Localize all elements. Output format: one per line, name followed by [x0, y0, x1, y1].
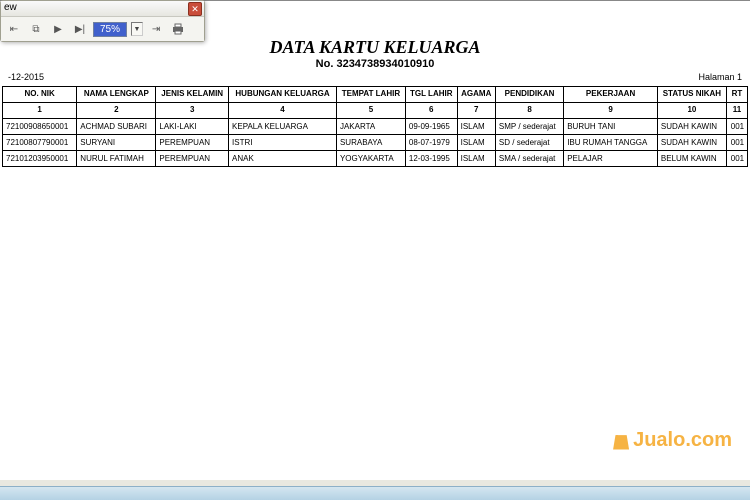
col-agama: AGAMA — [457, 87, 495, 103]
table-row: 72101203950001NURUL FATIMAHPEREMPUANANAK… — [3, 150, 748, 166]
cell-tmplahir: SURABAYA — [336, 134, 405, 150]
preview-toolbar-window[interactable]: ew ✕ ⇤ ⧉ ▶ ▶| 75% ▼ ⇥ — [0, 0, 205, 42]
cell-hubungan: ISTRI — [229, 134, 337, 150]
cell-agama: ISLAM — [457, 150, 495, 166]
col-hubungan: HUBUNGAN KELUARGA — [229, 87, 337, 103]
cell-tmplahir: JAKARTA — [336, 118, 405, 134]
cell-rt: 001 — [726, 118, 747, 134]
cell-hubungan: KEPALA KELUARGA — [229, 118, 337, 134]
print-icon[interactable] — [169, 20, 187, 38]
cell-status: SUDAH KAWIN — [657, 118, 726, 134]
cell-status: SUDAH KAWIN — [657, 134, 726, 150]
col-status: STATUS NIKAH — [657, 87, 726, 103]
col-kelamin: JENIS KELAMIN — [156, 87, 229, 103]
table-row: 72100908650001ACHMAD SUBARILAKI-LAKIKEPA… — [3, 118, 748, 134]
cell-status: BELUM KAWIN — [657, 150, 726, 166]
col-tmplahir: TEMPAT LAHIR — [336, 87, 405, 103]
report-meta: -12-2015 Halaman 1 — [0, 72, 750, 82]
toolbar-titlebar[interactable]: ew ✕ — [1, 1, 204, 17]
copy-pages-icon[interactable]: ⧉ — [27, 20, 45, 38]
next-page-icon[interactable]: ▶ — [49, 20, 67, 38]
col-rt: RT — [726, 87, 747, 103]
col-tgllahir: TGL LAHIR — [405, 87, 457, 103]
cell-rt: 001 — [726, 134, 747, 150]
report-page: DATA KARTU KELUARGA No. 3234738934010910… — [0, 0, 750, 480]
zoom-dropdown-icon[interactable]: ▼ — [131, 22, 143, 36]
zoom-level[interactable]: 75% — [93, 22, 127, 37]
cell-kelamin: PEREMPUAN — [156, 134, 229, 150]
bag-icon — [613, 432, 629, 450]
col-pekerjaan: PEKERJAAN — [564, 87, 658, 103]
page-number: Halaman 1 — [698, 72, 742, 82]
cell-agama: ISLAM — [457, 134, 495, 150]
last-page-icon[interactable]: ▶| — [71, 20, 89, 38]
exit-icon[interactable]: ⇥ — [147, 20, 165, 38]
cell-nama: NURUL FATIMAH — [77, 150, 156, 166]
cell-nama: ACHMAD SUBARI — [77, 118, 156, 134]
kk-table: NO. NIK NAMA LENGKAP JENIS KELAMIN HUBUN… — [2, 86, 748, 167]
first-page-icon[interactable]: ⇤ — [5, 20, 23, 38]
cell-pendidikan: SMA / sederajat — [495, 150, 563, 166]
cell-hubungan: ANAK — [229, 150, 337, 166]
cell-nik: 72101203950001 — [3, 150, 77, 166]
cell-pendidikan: SD / sederajat — [495, 134, 563, 150]
report-subtitle: No. 3234738934010910 — [0, 58, 750, 70]
table-row: 72100807790001SURYANIPEREMPUANISTRISURAB… — [3, 134, 748, 150]
cell-tgllahir: 12-03-1995 — [405, 150, 457, 166]
cell-nik: 72100908650001 — [3, 118, 77, 134]
cell-tmplahir: YOGYAKARTA — [336, 150, 405, 166]
cell-agama: ISLAM — [457, 118, 495, 134]
col-pendidikan: PENDIDIKAN — [495, 87, 563, 103]
table-header-row: NO. NIK NAMA LENGKAP JENIS KELAMIN HUBUN… — [3, 87, 748, 103]
print-date: -12-2015 — [8, 72, 44, 82]
status-bar — [0, 486, 750, 500]
col-nama: NAMA LENGKAP — [77, 87, 156, 103]
toolbar-body: ⇤ ⧉ ▶ ▶| 75% ▼ ⇥ — [1, 17, 204, 41]
cell-kelamin: PEREMPUAN — [156, 150, 229, 166]
close-icon[interactable]: ✕ — [188, 2, 202, 16]
cell-nama: SURYANI — [77, 134, 156, 150]
cell-pekerjaan: PELAJAR — [564, 150, 658, 166]
cell-pekerjaan: IBU RUMAH TANGGA — [564, 134, 658, 150]
cell-tgllahir: 08-07-1979 — [405, 134, 457, 150]
cell-nik: 72100807790001 — [3, 134, 77, 150]
cell-pendidikan: SMP / sederajat — [495, 118, 563, 134]
table-number-row: 1 2 3 4 5 6 7 8 9 10 11 — [3, 102, 748, 118]
watermark: Jualo.com — [613, 429, 732, 452]
cell-pekerjaan: BURUH TANI — [564, 118, 658, 134]
col-nik: NO. NIK — [3, 87, 77, 103]
cell-rt: 001 — [726, 150, 747, 166]
cell-tgllahir: 09-09-1965 — [405, 118, 457, 134]
cell-kelamin: LAKI-LAKI — [156, 118, 229, 134]
